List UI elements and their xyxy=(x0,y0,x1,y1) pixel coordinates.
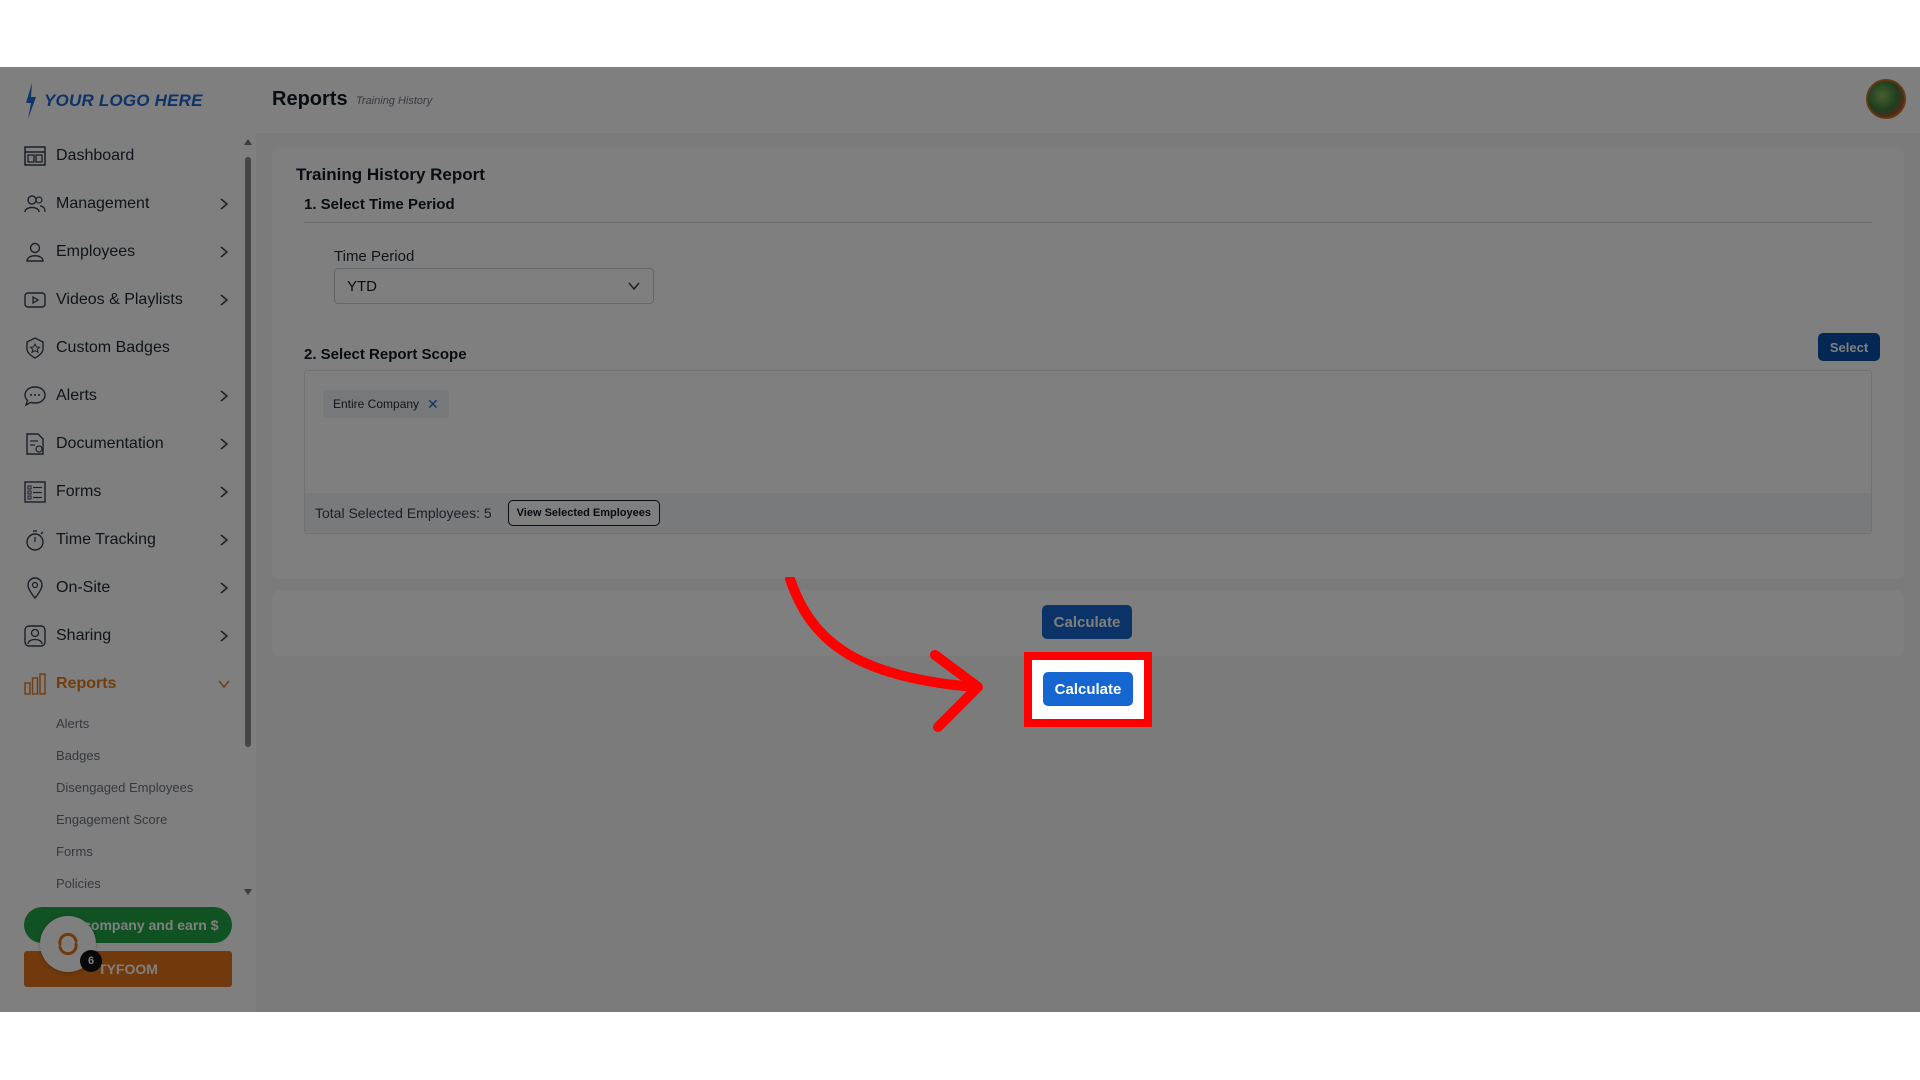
sidebar-item-management[interactable]: Management xyxy=(0,180,248,228)
chevron-right-icon xyxy=(220,294,229,306)
sidebar-item-label: Sharing xyxy=(56,627,112,644)
reports-sub-disengaged-employees[interactable]: Disengaged Employees xyxy=(0,772,248,804)
highlight-box xyxy=(1024,652,1152,727)
dashboard-icon xyxy=(24,145,46,167)
stopwatch-icon xyxy=(24,529,46,551)
sidebar: YOUR LOGO HERE Dashboard Management Empl… xyxy=(0,67,256,1012)
bar-chart-icon xyxy=(24,673,46,695)
chevron-right-icon xyxy=(220,198,229,210)
sidebar-item-forms[interactable]: Forms xyxy=(0,468,248,516)
reports-sub-badges[interactable]: Badges xyxy=(0,740,248,772)
play-icon xyxy=(24,289,46,311)
sidebar-item-dashboard[interactable]: Dashboard xyxy=(0,132,248,180)
reports-sub-engagement-score[interactable]: Engagement Score xyxy=(0,804,248,836)
report-scope-box: Entire Company ✕ Total Selected Employee… xyxy=(304,370,1872,534)
top-header: Reports Training History xyxy=(256,67,1920,133)
chevron-right-icon xyxy=(220,630,229,642)
logo-mark-icon xyxy=(26,83,36,119)
report-settings-card: Training History Report 1. Select Time P… xyxy=(272,148,1904,579)
scroll-down-arrow-icon[interactable] xyxy=(244,889,252,895)
scope-footer: Total Selected Employees: 5 View Selecte… xyxy=(305,493,1871,533)
reports-sub-policies[interactable]: Policies xyxy=(0,868,248,900)
sidebar-item-label: Employees xyxy=(56,243,136,260)
close-icon[interactable]: ✕ xyxy=(427,396,439,413)
scroll-up-arrow-icon[interactable] xyxy=(244,139,252,145)
select-scope-button[interactable]: Select xyxy=(1818,333,1880,361)
sidebar-item-employees[interactable]: Employees xyxy=(0,228,248,276)
tyfoom-swirl-icon xyxy=(58,932,78,956)
sidebar-item-label: Alerts xyxy=(56,387,97,404)
calculate-card: Calculate xyxy=(272,590,1904,656)
chevron-down-icon xyxy=(628,282,640,291)
scrollbar-thumb[interactable] xyxy=(245,157,251,747)
sidebar-item-reports[interactable]: Reports xyxy=(0,660,248,708)
scope-chip-label: Entire Company xyxy=(333,397,420,411)
section-time-period-title: 1. Select Time Period xyxy=(304,196,455,213)
sidebar-item-on-site[interactable]: On-Site xyxy=(0,564,248,612)
sidebar-scrollbar[interactable] xyxy=(244,139,252,899)
chevron-right-icon xyxy=(220,534,229,546)
sidebar-item-label: Management xyxy=(56,195,150,212)
time-period-label: Time Period xyxy=(334,248,415,265)
form-icon xyxy=(24,481,46,503)
sidebar-item-alerts[interactable]: Alerts xyxy=(0,372,248,420)
view-selected-employees-button[interactable]: View Selected Employees xyxy=(507,500,660,526)
avatar[interactable] xyxy=(1866,79,1906,119)
calculate-button-base[interactable]: Calculate xyxy=(1042,605,1132,639)
red-pointer-arrow-icon xyxy=(785,577,983,732)
share-user-icon xyxy=(24,625,46,647)
report-title: Training History Report xyxy=(296,165,485,184)
user-icon xyxy=(24,241,46,263)
chat-icon xyxy=(24,385,46,407)
sidebar-item-label: Videos & Playlists xyxy=(56,291,183,308)
sidebar-item-documentation[interactable]: Documentation xyxy=(0,420,248,468)
sidebar-item-label: Reports xyxy=(56,675,117,692)
pin-icon xyxy=(24,577,46,599)
chevron-right-icon xyxy=(220,390,229,402)
time-period-select[interactable]: YTD xyxy=(334,268,654,304)
logo-text: YOUR LOGO HERE xyxy=(44,91,203,110)
page-title: Reports xyxy=(272,88,348,110)
badge-icon xyxy=(24,337,46,359)
document-icon xyxy=(24,433,46,455)
scope-chip: Entire Company ✕ xyxy=(323,390,449,418)
sidebar-item-label: Documentation xyxy=(56,435,164,452)
chevron-right-icon xyxy=(220,582,229,594)
sidebar-item-custom-badges[interactable]: Custom Badges xyxy=(0,324,248,372)
time-period-value: YTD xyxy=(347,277,377,295)
sidebar-item-label: Time Tracking xyxy=(56,531,156,548)
chevron-right-icon xyxy=(220,486,229,498)
reports-sub-alerts[interactable]: Alerts xyxy=(0,708,248,740)
sidebar-item-label: Dashboard xyxy=(56,147,135,164)
app-frame: YOUR LOGO HERE Dashboard Management Empl… xyxy=(0,67,1920,1012)
reports-sub-forms[interactable]: Forms xyxy=(0,836,248,868)
section-divider xyxy=(304,222,1872,223)
total-selected-employees: Total Selected Employees: 5 xyxy=(315,505,492,521)
sidebar-item-label: On-Site xyxy=(56,579,111,596)
people-icon xyxy=(24,193,46,215)
sidebar-item-label: Custom Badges xyxy=(56,339,170,356)
sidebar-item-time-tracking[interactable]: Time Tracking xyxy=(0,516,248,564)
chevron-right-icon xyxy=(220,438,229,450)
sidebar-item-label: Forms xyxy=(56,483,102,500)
notification-count-badge: 6 xyxy=(80,950,102,972)
sidebar-item-videos-playlists[interactable]: Videos & Playlists xyxy=(0,276,248,324)
sidebar-item-sharing[interactable]: Sharing xyxy=(0,612,248,660)
sidebar-nav: Dashboard Management Employees Videos & … xyxy=(0,132,248,900)
breadcrumb[interactable]: Training History xyxy=(356,95,432,107)
company-logo[interactable]: YOUR LOGO HERE xyxy=(24,81,203,121)
chevron-down-icon xyxy=(218,680,230,689)
section-report-scope-title: 2. Select Report Scope xyxy=(304,346,467,363)
chevron-right-icon xyxy=(220,246,229,258)
tyfoom-label: TYFOOM xyxy=(98,961,158,977)
